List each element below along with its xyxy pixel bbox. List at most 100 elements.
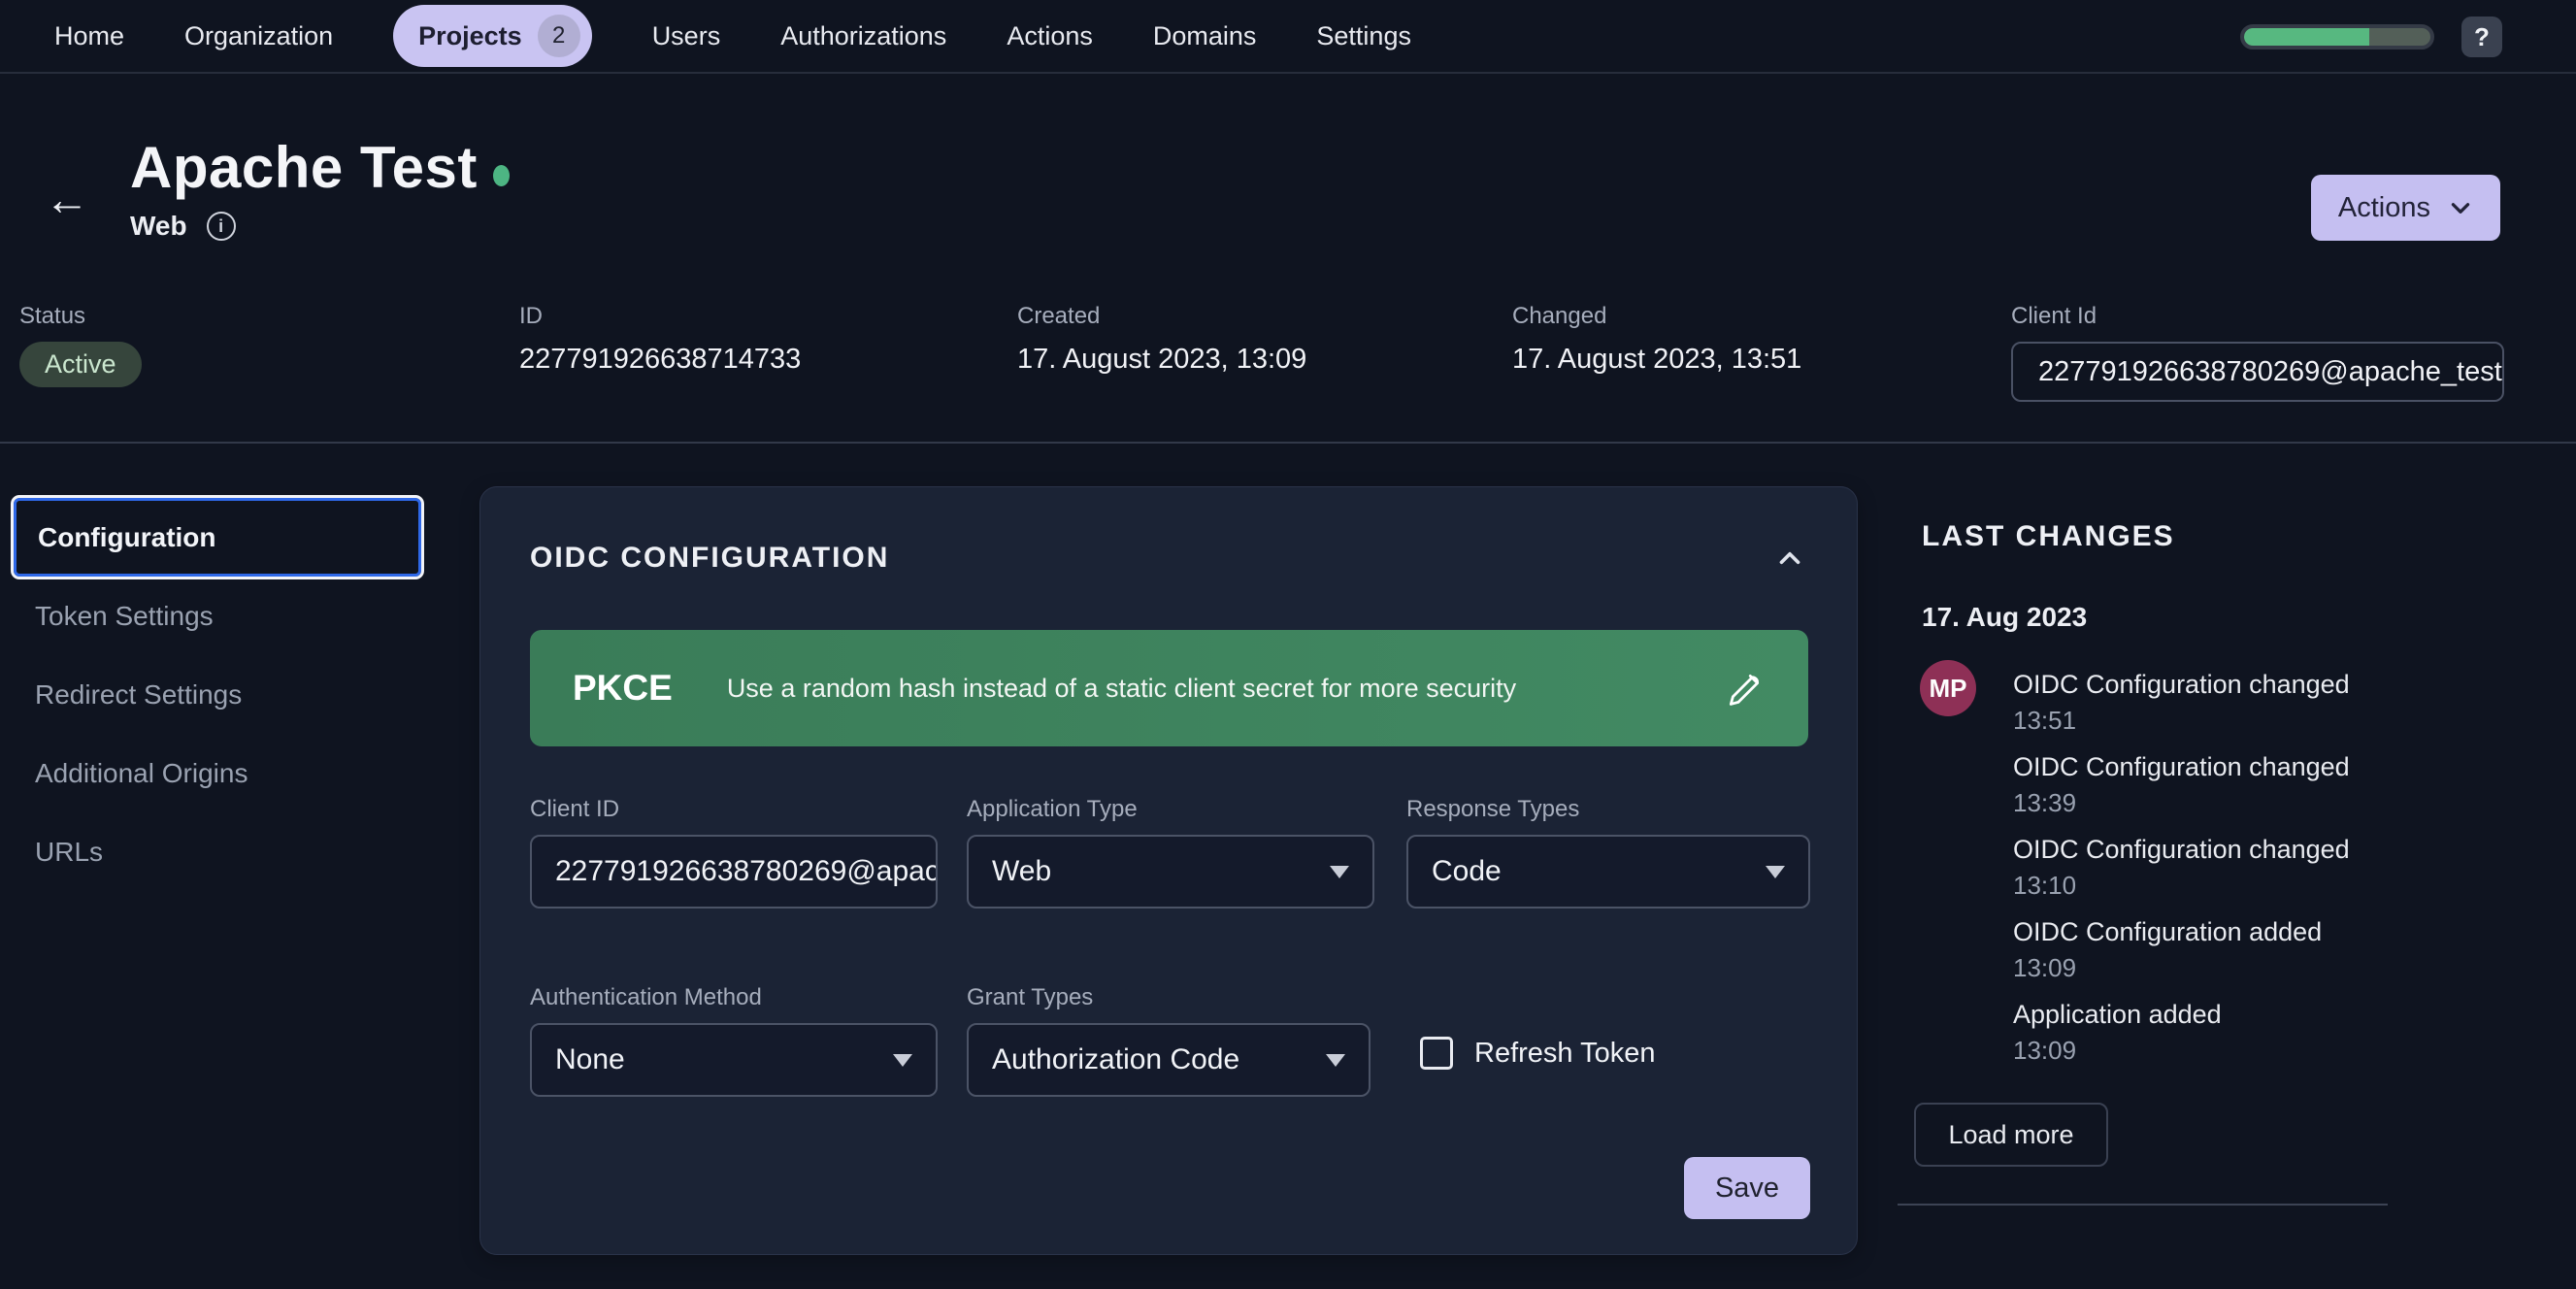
authentication-method-value: None <box>555 1043 625 1076</box>
change-time: 13:10 <box>2013 871 2421 901</box>
list-item: OIDC Configuration added 13:09 <box>2013 917 2421 983</box>
active-status-dot-icon <box>493 165 510 186</box>
dropdown-arrow-icon <box>1766 866 1785 878</box>
changed-value: 17. August 2023, 13:51 <box>1512 344 1801 376</box>
refresh-token-label: Refresh Token <box>1474 1038 1655 1070</box>
refresh-token-checkbox[interactable] <box>1420 1037 1453 1070</box>
nav-item-actions[interactable]: Actions <box>1007 21 1093 51</box>
pkce-banner: PKCE Use a random hash instead of a stat… <box>530 630 1808 746</box>
change-time: 13:39 <box>2013 788 2421 818</box>
actions-menu-label: Actions <box>2338 192 2430 224</box>
load-more-button[interactable]: Load more <box>1914 1103 2108 1167</box>
nav-right-group: ? <box>2240 0 2502 74</box>
status-badge: Active <box>19 342 142 387</box>
sidebar-item-redirect-settings[interactable]: Redirect Settings <box>14 655 421 734</box>
application-type-select[interactable]: Web <box>967 835 1374 909</box>
meta-status: Status Active <box>19 303 142 387</box>
avatar: MP <box>1920 660 1976 716</box>
meta-client-id: Client Id 227791926638780269@apache_test <box>2011 303 2504 402</box>
last-changes-title: LAST CHANGES <box>1922 520 2175 553</box>
nav-item-authorizations[interactable]: Authorizations <box>780 21 946 51</box>
application-type-value: Web <box>992 855 1051 888</box>
nav-item-organization[interactable]: Organization <box>184 21 333 51</box>
sidebar-item-configuration[interactable]: Configuration <box>14 498 421 577</box>
list-item: OIDC Configuration changed 13:10 <box>2013 835 2421 901</box>
response-types-field: Response Types Code <box>1406 796 1810 909</box>
change-time: 13:09 <box>2013 1036 2421 1066</box>
id-value: 227791926638714733 <box>519 344 801 376</box>
change-time: 13:51 <box>2013 706 2421 736</box>
sidebar-item-additional-origins[interactable]: Additional Origins <box>14 734 421 812</box>
dropdown-arrow-icon <box>1326 1054 1345 1067</box>
pkce-description: Use a random hash instead of a static cl… <box>727 674 1670 704</box>
grant-types-field: Grant Types Authorization Code <box>967 984 1371 1097</box>
aside-divider <box>1898 1204 2388 1206</box>
change-event: OIDC Configuration changed <box>2013 752 2421 782</box>
grant-types-label: Grant Types <box>967 984 1371 1011</box>
save-button[interactable]: Save <box>1684 1157 1810 1219</box>
projects-count-badge: 2 <box>538 15 580 57</box>
change-time: 13:09 <box>2013 953 2421 983</box>
pkce-title: PKCE <box>573 668 673 709</box>
client-id-copy-field[interactable]: 227791926638780269@apache_test <box>2011 342 2504 402</box>
dropdown-arrow-icon <box>1330 866 1349 878</box>
authentication-method-field: Authentication Method None <box>530 984 938 1097</box>
app-title-block: Apache Test Web i <box>130 134 510 242</box>
page-title: Apache Test <box>130 134 478 201</box>
client-id-field: Client ID 227791926638780269@apache_test <box>530 796 938 909</box>
nav-item-users[interactable]: Users <box>652 21 721 51</box>
last-changes-date: 17. Aug 2023 <box>1922 602 2087 633</box>
oidc-card-title: OIDC CONFIGURATION <box>530 542 889 575</box>
changes-list: OIDC Configuration changed 13:51 OIDC Co… <box>2013 670 2421 1082</box>
client-id-label: Client Id <box>2011 303 2504 330</box>
response-types-label: Response Types <box>1406 796 1810 823</box>
nav-item-projects[interactable]: Projects 2 <box>393 5 592 67</box>
nav-item-projects-label: Projects <box>418 21 522 51</box>
top-nav: Home Organization Projects 2 Users Autho… <box>0 0 2576 74</box>
header-divider <box>0 442 2576 444</box>
created-label: Created <box>1017 303 1306 330</box>
change-event: OIDC Configuration added <box>2013 917 2421 947</box>
application-type-field: Application Type Web <box>967 796 1374 909</box>
meta-created: Created 17. August 2023, 13:09 <box>1017 303 1306 376</box>
edit-pencil-icon[interactable] <box>1725 668 1766 709</box>
collapse-chevron-up-icon[interactable] <box>1773 542 1806 575</box>
id-label: ID <box>519 303 801 330</box>
quota-progress-bar <box>2240 24 2434 50</box>
oidc-configuration-card: OIDC CONFIGURATION PKCE Use a random has… <box>479 486 1858 1255</box>
response-types-value: Code <box>1432 855 1502 888</box>
list-item: OIDC Configuration changed 13:39 <box>2013 752 2421 818</box>
nav-item-settings[interactable]: Settings <box>1316 21 1411 51</box>
sidebar-item-urls[interactable]: URLs <box>14 812 421 891</box>
client-id-input[interactable]: 227791926638780269@apache_test <box>530 835 938 909</box>
grant-types-select[interactable]: Authorization Code <box>967 1023 1371 1097</box>
settings-side-menu: Configuration Token Settings Redirect Se… <box>14 498 421 891</box>
created-value: 17. August 2023, 13:09 <box>1017 344 1306 376</box>
meta-id: ID 227791926638714733 <box>519 303 801 376</box>
client-id-field-label: Client ID <box>530 796 938 823</box>
meta-changed: Changed 17. August 2023, 13:51 <box>1512 303 1801 376</box>
status-label: Status <box>19 303 142 330</box>
grant-types-value: Authorization Code <box>992 1043 1239 1076</box>
nav-item-domains[interactable]: Domains <box>1153 21 1257 51</box>
nav-item-home[interactable]: Home <box>54 21 124 51</box>
refresh-token-option[interactable]: Refresh Token <box>1420 1037 1655 1070</box>
change-event: OIDC Configuration changed <box>2013 670 2421 700</box>
change-event: OIDC Configuration changed <box>2013 835 2421 865</box>
help-button[interactable]: ? <box>2461 17 2502 57</box>
changed-label: Changed <box>1512 303 1801 330</box>
authentication-method-select[interactable]: None <box>530 1023 938 1097</box>
quota-progress-fill <box>2244 28 2369 46</box>
chevron-down-icon <box>2448 195 2473 220</box>
app-type-subtitle: Web <box>130 211 187 242</box>
actions-menu-button[interactable]: Actions <box>2311 175 2500 241</box>
list-item: Application added 13:09 <box>2013 1000 2421 1066</box>
authentication-method-label: Authentication Method <box>530 984 938 1011</box>
dropdown-arrow-icon <box>893 1054 912 1067</box>
application-type-label: Application Type <box>967 796 1374 823</box>
change-event: Application added <box>2013 1000 2421 1030</box>
sidebar-item-token-settings[interactable]: Token Settings <box>14 577 421 655</box>
back-arrow-icon[interactable]: ← <box>45 173 89 225</box>
response-types-select[interactable]: Code <box>1406 835 1810 909</box>
info-icon[interactable]: i <box>207 212 236 241</box>
